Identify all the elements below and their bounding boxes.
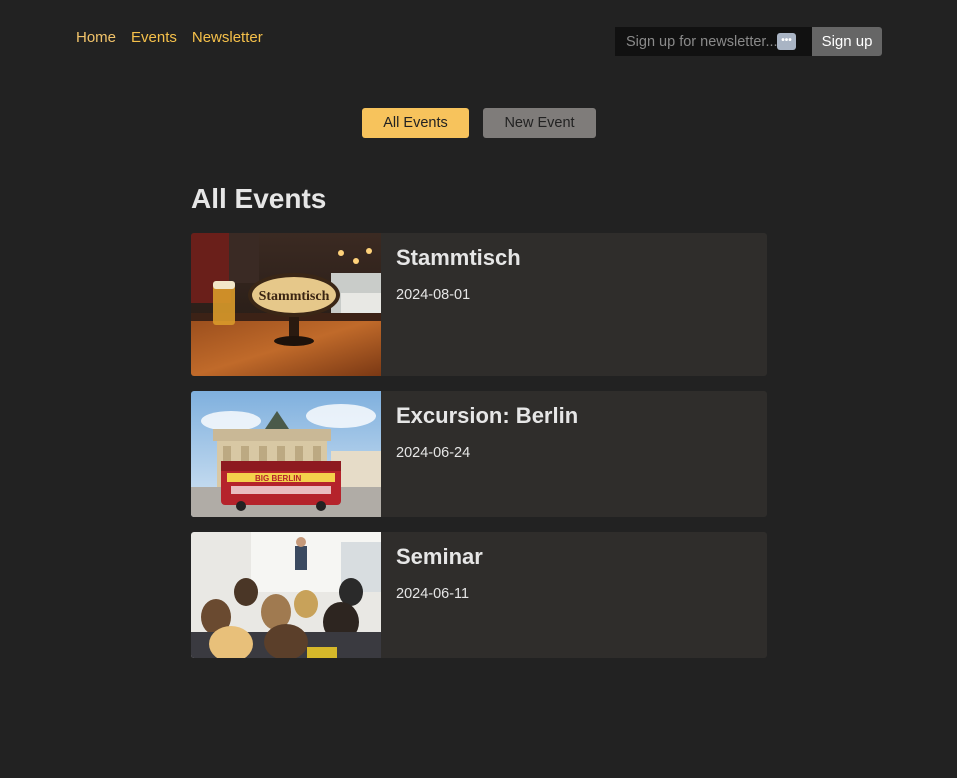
new-event-button[interactable]: New Event xyxy=(483,108,596,138)
event-title[interactable]: Seminar xyxy=(396,544,483,570)
bus-text: BIG BERLIN xyxy=(255,474,301,483)
event-image-seminar xyxy=(191,532,381,658)
newsletter-input-wrapper: ••• xyxy=(615,27,812,56)
event-body: Excursion: Berlin 2024-06-24 xyxy=(381,391,593,517)
event-date: 2024-06-24 xyxy=(396,445,471,461)
signup-button[interactable]: Sign up xyxy=(812,27,882,56)
event-card[interactable]: Seminar 2024-06-11 xyxy=(191,532,767,658)
nav-newsletter-link[interactable]: Newsletter xyxy=(192,29,263,46)
main-nav: Home Events Newsletter xyxy=(76,29,263,46)
event-title[interactable]: Excursion: Berlin xyxy=(396,403,578,429)
newsletter-signup: ••• Sign up xyxy=(615,27,882,56)
password-manager-icon[interactable]: ••• xyxy=(777,33,796,50)
event-image-stammtisch: Stammtisch xyxy=(191,233,381,376)
event-title[interactable]: Stammtisch xyxy=(396,245,521,271)
event-tabs: All Events New Event xyxy=(362,108,596,138)
event-date: 2024-08-01 xyxy=(396,287,471,303)
all-events-button[interactable]: All Events xyxy=(362,108,469,138)
nav-home-link[interactable]: Home xyxy=(76,29,116,46)
page-title: All Events xyxy=(191,183,327,214)
stammtisch-sign-text: Stammtisch xyxy=(259,289,330,304)
event-body: Stammtisch 2024-08-01 xyxy=(381,233,536,376)
event-body: Seminar 2024-06-11 xyxy=(381,532,498,658)
event-card[interactable]: Stammtisch Stammtisch 2024-08-01 xyxy=(191,233,767,376)
event-list: Stammtisch Stammtisch 2024-08-01 BIG BER… xyxy=(191,233,767,673)
event-image-berlin: BIG BERLIN xyxy=(191,391,381,517)
nav-events-link[interactable]: Events xyxy=(131,29,177,46)
event-card[interactable]: BIG BERLIN Excursion: Berlin 2024-06-24 xyxy=(191,391,767,517)
event-date: 2024-06-11 xyxy=(396,586,470,602)
